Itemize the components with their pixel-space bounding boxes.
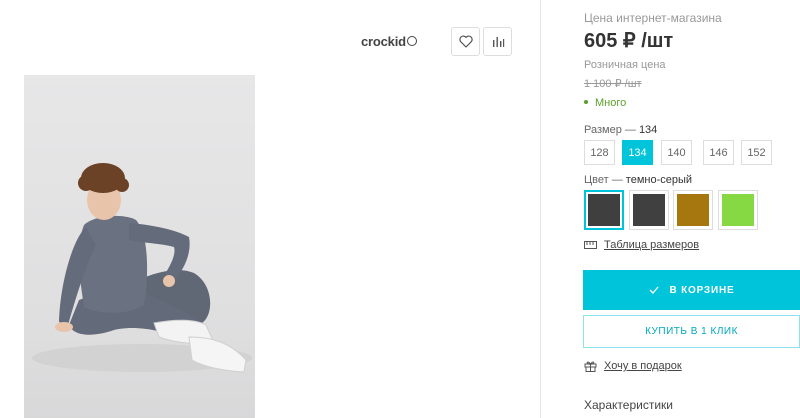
ruler-icon: [584, 241, 597, 249]
price-label: Цена интернет-магазина: [584, 11, 722, 25]
size-label: Размер — 134: [584, 124, 658, 136]
retail-price: 1 100 ₽ /шт: [584, 78, 642, 90]
color-swatch-lime[interactable]: [718, 190, 758, 230]
price: 605 ₽ /шт: [584, 30, 674, 52]
size-option-146[interactable]: 146: [703, 140, 734, 165]
buy-one-click-button[interactable]: КУПИТЬ В 1 КЛИК: [583, 315, 800, 348]
size-option-128[interactable]: 128: [584, 140, 615, 165]
product-photo[interactable]: [24, 75, 255, 418]
size-chart-link[interactable]: Таблица размеров: [584, 239, 699, 251]
check-icon: [649, 286, 659, 294]
stock-status: Много: [584, 97, 626, 109]
gift-link[interactable]: Хочу в подарок: [584, 360, 682, 372]
size-option-152[interactable]: 152: [741, 140, 772, 165]
size-option-140[interactable]: 140: [661, 140, 692, 165]
color-label: Цвет — темно-серый: [584, 174, 693, 186]
gift-icon: [584, 361, 597, 372]
size-option-134[interactable]: 134: [622, 140, 653, 165]
retail-price-label: Розничная цена: [584, 59, 666, 71]
color-swatch-dark-gray[interactable]: [584, 190, 624, 230]
characteristics-heading[interactable]: Характеристики: [584, 398, 673, 412]
gallery-panel: crockid: [0, 0, 541, 418]
bar-chart-icon: [492, 37, 504, 47]
favorite-button[interactable]: [451, 27, 480, 56]
compare-button[interactable]: [483, 27, 512, 56]
brand-logo: crockid: [361, 34, 417, 49]
add-to-cart-button[interactable]: В КОРЗИНЕ: [583, 270, 800, 310]
color-swatch-mustard[interactable]: [673, 190, 713, 230]
color-swatch-graphite[interactable]: [629, 190, 669, 230]
stock-dot-icon: [584, 100, 588, 104]
heart-icon: [458, 35, 473, 48]
product-image: [32, 163, 252, 373]
